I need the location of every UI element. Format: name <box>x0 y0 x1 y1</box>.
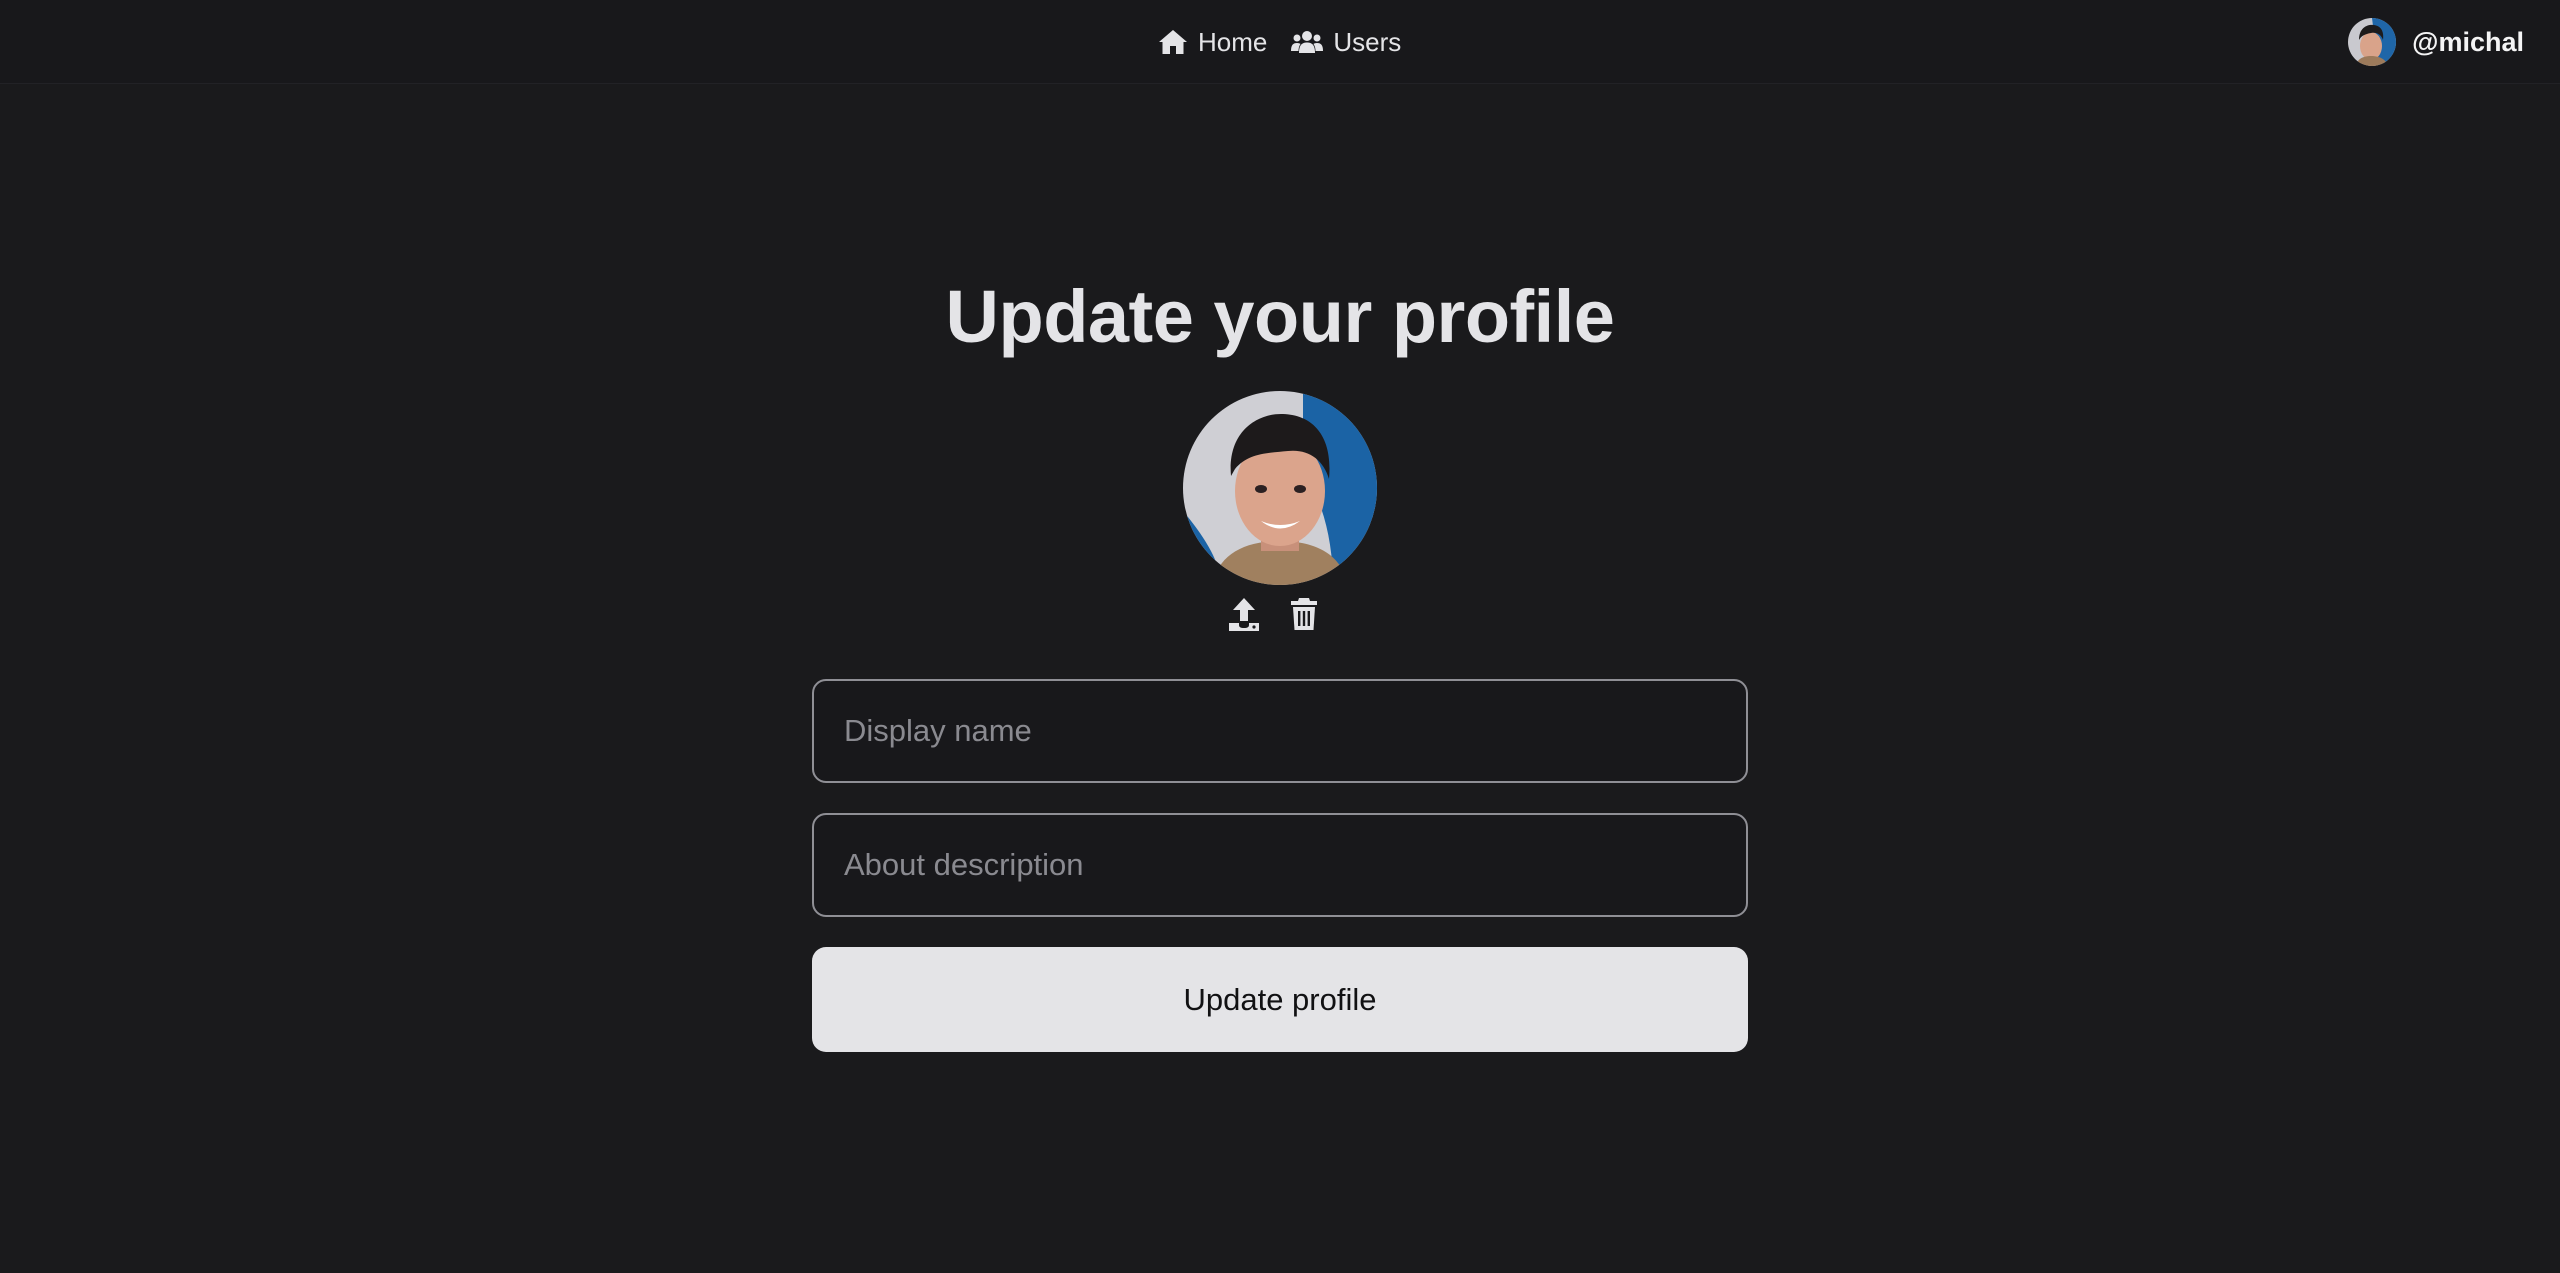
user-menu[interactable]: @michal <box>2348 0 2524 84</box>
about-field <box>812 813 1748 917</box>
top-navbar: Home Users @michal <box>0 0 2560 84</box>
home-icon <box>1158 29 1188 55</box>
user-avatar <box>2348 18 2397 66</box>
nav-users-label: Users <box>1333 26 1402 57</box>
page-title: Update your profile <box>945 275 1615 358</box>
upload-icon[interactable] <box>1228 596 1260 637</box>
display-name-field <box>812 679 1748 783</box>
about-input[interactable] <box>844 815 1746 915</box>
nav-home-label: Home <box>1198 26 1268 57</box>
nav-home-link[interactable]: Home <box>1158 27 1267 58</box>
trash-icon[interactable] <box>1290 597 1318 636</box>
avatar-actions <box>1228 596 1318 637</box>
update-profile-button[interactable]: Update profile <box>812 947 1748 1052</box>
users-icon <box>1291 30 1324 54</box>
nav-users-link[interactable]: Users <box>1291 27 1401 58</box>
username-label: @michal <box>2412 26 2524 57</box>
main-nav: Home Users <box>1158 0 1401 84</box>
display-name-input[interactable] <box>844 681 1746 781</box>
profile-avatar <box>1183 391 1377 585</box>
